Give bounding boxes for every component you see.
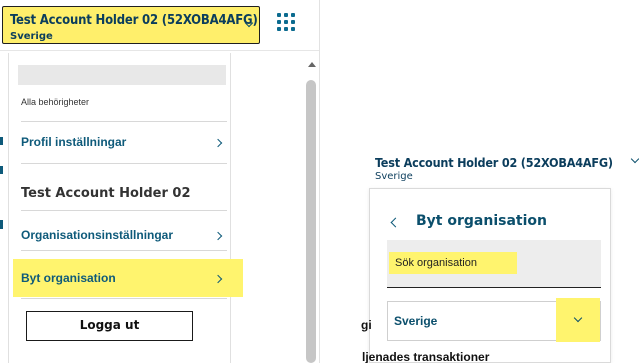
panel-separator [319,0,320,363]
scroll-up-arrow-icon[interactable] [308,62,316,67]
country-select-value: Sverige [394,314,438,328]
background-fragment [0,137,3,145]
chevron-down-icon[interactable] [630,154,639,164]
account-name[interactable]: Test Account Holder 02 (52XOBA4AFG) [375,155,613,170]
chevron-right-icon [213,274,223,284]
back-chevron-icon[interactable] [390,217,401,228]
menu-item-label: Byt organisation [21,271,116,285]
search-placeholder: Sök organisation [389,252,517,274]
menu-divider [21,210,227,211]
select-chevron-highlight[interactable] [556,298,600,342]
user-name-placeholder [18,65,226,85]
menu-divider [21,298,227,299]
country-select[interactable]: Sverige [387,298,601,342]
apps-grid-icon[interactable] [277,13,295,31]
background-fragment [0,166,3,174]
menu-item-organisation-settings[interactable]: Organisationsinställningar [21,228,227,244]
organisation-search-field[interactable]: Sök organisation [387,240,601,288]
menu-divider [21,250,227,251]
chevron-right-icon [213,138,223,148]
background-text-fragment: ljenades transaktioner [362,352,490,363]
account-holder-name: Test Account Holder 02 [21,186,191,201]
switch-organisation-panel: Byt organisation Sök organisation Sverig… [369,188,611,363]
header-divider [0,50,319,51]
account-country: Sverige [10,31,53,42]
scrollbar-thumb[interactable] [306,80,316,363]
menu-divider [21,121,227,122]
chevron-right-icon [213,231,223,241]
account-name: Test Account Holder 02 (52XOBA4AFG) [10,13,258,28]
permissions-label: Alla behörigheter [21,97,90,107]
menu-item-switch-organisation[interactable]: Byt organisation [21,271,227,287]
background-text-fragment: gi [361,318,372,332]
background-fragment [0,220,3,229]
menu-item-label: Profil inställningar [21,135,127,149]
account-country: Sverige [375,171,413,182]
logout-button[interactable]: Logga ut [26,311,193,341]
panel-title: Byt organisation [416,213,547,229]
menu-item-label: Organisationsinställningar [21,228,174,242]
menu-item-profile-settings[interactable]: Profil inställningar [21,135,227,151]
account-switcher-button[interactable]: Test Account Holder 02 (52XOBA4AFG) Sver… [2,6,260,44]
chevron-down-icon [573,313,583,323]
menu-divider [21,163,227,164]
